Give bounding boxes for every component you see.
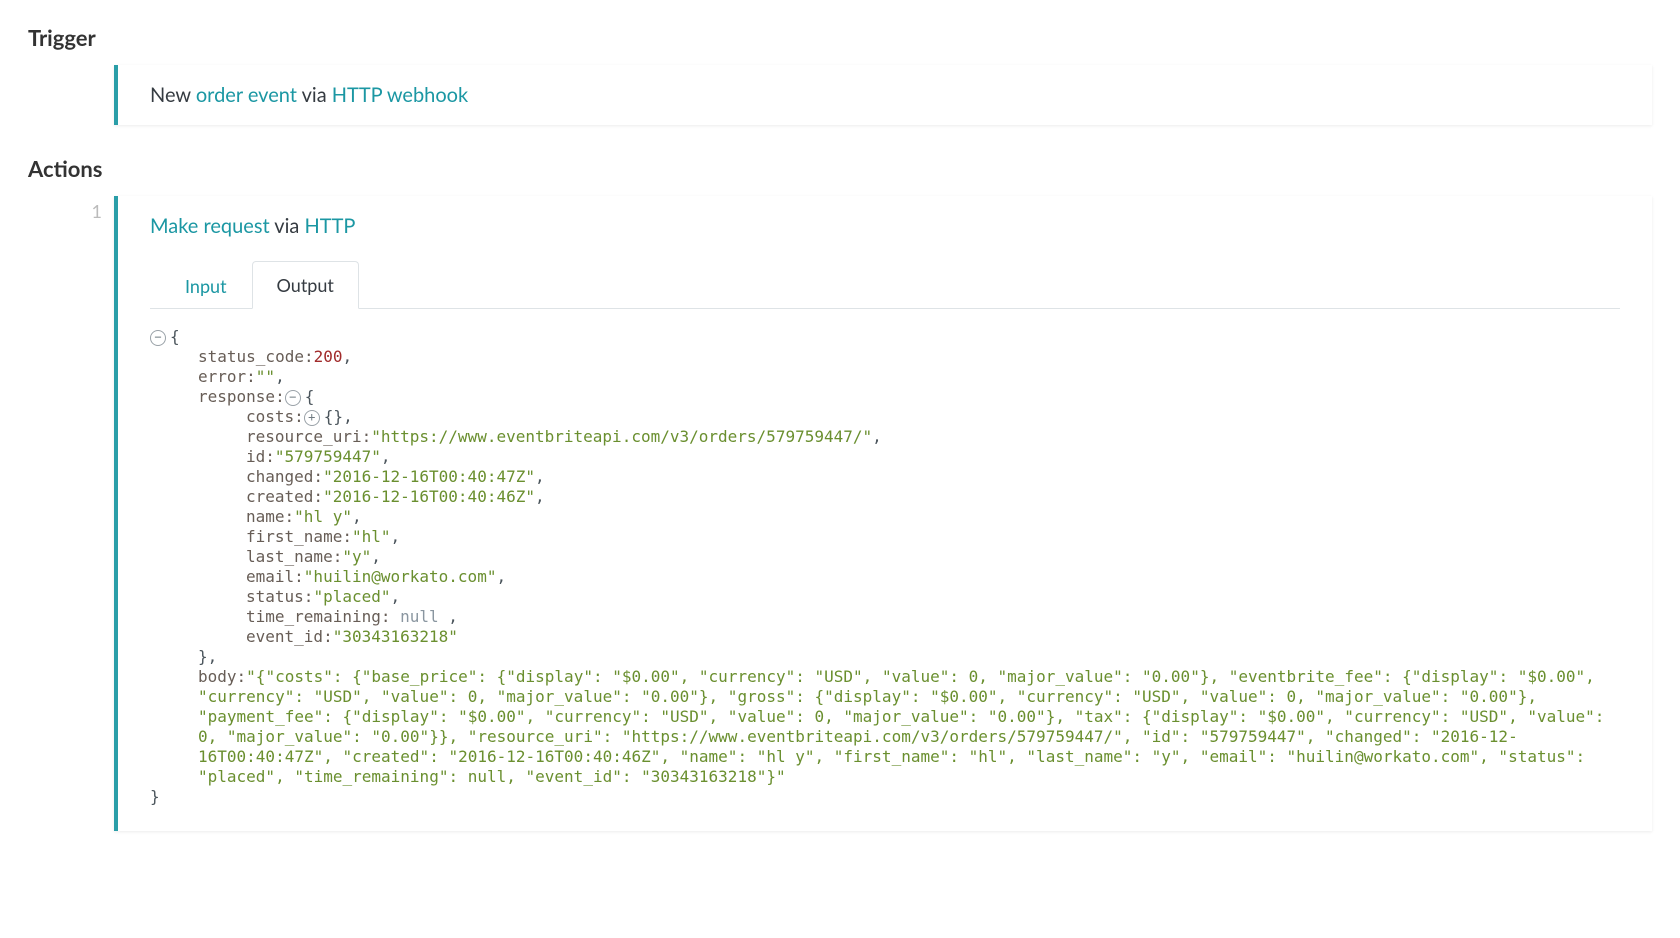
trigger-card[interactable]: New order event via HTTP webhook <box>114 65 1652 125</box>
v-error: "" <box>256 367 275 386</box>
expand-icon[interactable]: + <box>304 410 320 426</box>
k-name: name: <box>246 507 294 526</box>
page-root: Trigger New order event via HTTP webhook… <box>0 0 1680 901</box>
k-first-name: first_name: <box>246 527 352 546</box>
action-mid: via <box>270 214 305 238</box>
v-changed: "2016-12-16T00:40:47Z" <box>323 467 535 486</box>
action-link-http[interactable]: HTTP <box>304 214 355 238</box>
section-title-actions: Actions <box>28 155 1652 182</box>
v-created: "2016-12-16T00:40:46Z" <box>323 487 535 506</box>
trigger-step-row: New order event via HTTP webhook <box>72 65 1652 125</box>
v-time-remaining: null <box>391 607 449 626</box>
brace-close: } <box>150 787 160 806</box>
trigger-prefix: New <box>150 83 196 107</box>
k-resource-uri: resource_uri: <box>246 427 371 446</box>
v-first-name: "hl" <box>352 527 391 546</box>
k-event-id: event_id: <box>246 627 333 646</box>
v-id: "579759447" <box>275 447 381 466</box>
k-email: email: <box>246 567 304 586</box>
action-step-number: 1 <box>72 196 114 222</box>
trigger-link-order-event[interactable]: order event <box>196 83 297 107</box>
v-status-code: 200 <box>314 347 343 366</box>
v-resource-uri: "https://www.eventbriteapi.com/v3/orders… <box>371 427 872 446</box>
action-card: Make request via HTTP Input Output −{ st… <box>114 196 1652 831</box>
k-error: error: <box>198 367 256 386</box>
v-event-id: "30343163218" <box>333 627 458 646</box>
k-status: status: <box>246 587 313 606</box>
section-title-trigger: Trigger <box>28 24 1652 51</box>
trigger-step-number <box>72 65 114 69</box>
tab-input[interactable]: Input <box>160 262 252 309</box>
k-response: response: <box>198 387 285 406</box>
action-headline: Make request via HTTP <box>140 214 1630 238</box>
k-last-name: last_name: <box>246 547 342 566</box>
tab-output[interactable]: Output <box>252 261 359 309</box>
trigger-link-http-webhook[interactable]: HTTP webhook <box>332 83 468 107</box>
action-link-make-request[interactable]: Make request <box>150 214 270 238</box>
v-status: "placed" <box>313 587 390 606</box>
action-step-row: 1 Make request via HTTP Input Output −{ … <box>72 196 1652 831</box>
brace-open: { <box>170 327 180 346</box>
output-json-block: −{ status_code:200,error:"",response:−{c… <box>150 327 1620 807</box>
trigger-headline: New order event via HTTP webhook <box>140 83 1630 107</box>
k-created: created: <box>246 487 323 506</box>
k-id: id: <box>246 447 275 466</box>
collapse-icon[interactable]: − <box>150 330 166 346</box>
k-body: body: <box>198 667 246 686</box>
action-body: Input Output −{ status_code:200,error:""… <box>140 260 1630 807</box>
v-email: "huilin@workato.com" <box>304 567 497 586</box>
k-costs: costs: <box>246 407 304 426</box>
v-name: "hl y" <box>294 507 352 526</box>
k-time-remaining: time_remaining: <box>246 607 391 626</box>
k-changed: changed: <box>246 467 323 486</box>
v-body: "{"costs": {"base_price": {"display": "$… <box>198 667 1614 786</box>
tabs: Input Output <box>150 260 1620 309</box>
k-status-code: status_code: <box>198 347 314 366</box>
trigger-mid: via <box>297 83 332 107</box>
collapse-icon[interactable]: − <box>285 390 301 406</box>
v-last-name: "y" <box>342 547 371 566</box>
